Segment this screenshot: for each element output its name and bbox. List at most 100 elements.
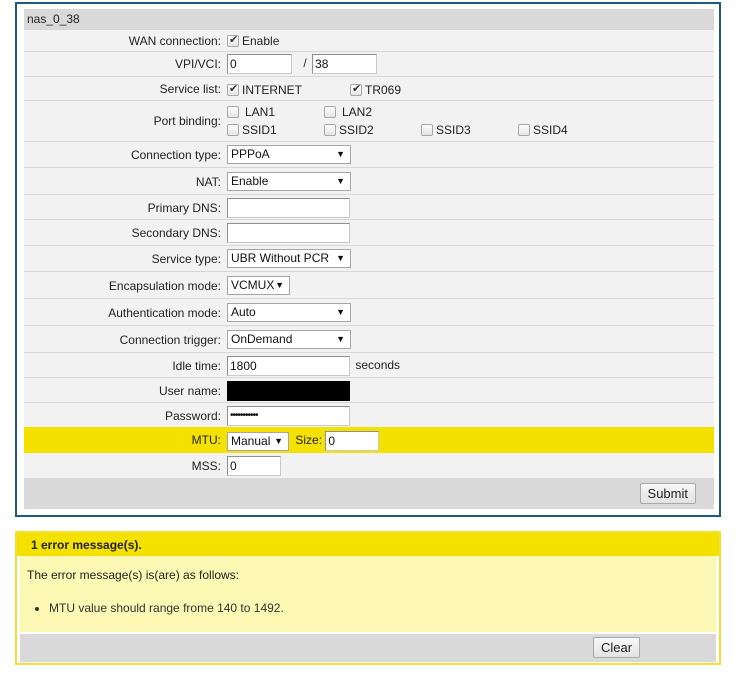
password-label: Password:: [164, 409, 221, 423]
row-mtu: MTU: Manual ▼ Size: 0: [24, 427, 714, 453]
port-lan1-label: LAN1: [245, 105, 276, 119]
wan-enable-label: Enable: [242, 34, 280, 48]
error-header: 1 error message(s).: [17, 533, 719, 556]
submit-button[interactable]: Submit: [639, 483, 696, 504]
nat-value: Enable: [231, 174, 269, 188]
port-ssid2-checkbox[interactable]: [324, 124, 336, 136]
port-ssid3-option: SSID3: [421, 123, 471, 137]
secondary-dns-input[interactable]: [227, 223, 350, 243]
mtu-label: MTU:: [191, 433, 221, 447]
row-user-name: User name:: [24, 377, 714, 402]
user-name-label: User name:: [158, 384, 221, 398]
row-idle-time: Idle time: 1800 seconds: [24, 352, 714, 377]
connection-type-field: PPPoA ▼: [227, 145, 351, 164]
mtu-mode-select[interactable]: Manual ▼: [227, 431, 289, 451]
port-ssid1-checkbox[interactable]: [227, 124, 239, 136]
port-ssid4-checkbox[interactable]: [518, 124, 530, 136]
primary-dns-input[interactable]: [227, 198, 350, 218]
nat-field: Enable ▼: [227, 172, 351, 191]
vpi-vci-separator: /: [303, 56, 307, 71]
user-name-field: [227, 381, 350, 401]
connection-type-select[interactable]: PPPoA ▼: [227, 145, 351, 164]
idle-time-input[interactable]: 1800: [227, 356, 350, 376]
port-ssid2-label: SSID2: [339, 123, 374, 137]
row-connection-trigger: Connection trigger: OnDemand ▼: [24, 325, 714, 352]
connection-trigger-label: Connection trigger:: [119, 333, 221, 347]
row-authentication-mode: Authentication mode: Auto ▼: [24, 298, 714, 325]
service-list-label: Service list:: [159, 82, 221, 96]
error-list: MTU value should range frome 140 to 1492…: [32, 601, 284, 615]
row-secondary-dns: Secondary DNS:: [24, 219, 714, 245]
password-input[interactable]: •••••••••••: [227, 406, 350, 426]
authentication-mode-label: Authentication mode:: [108, 306, 221, 320]
port-lan1-option: LAN1: [227, 105, 275, 119]
row-port-binding: Port binding: LAN1 LAN2 SSID1 SSID2 SSID…: [24, 100, 714, 141]
port-binding-label: Port binding:: [153, 114, 221, 128]
error-body: The error message(s) is(are) as follows:…: [20, 556, 716, 632]
chevron-down-icon: ▼: [336, 149, 345, 159]
config-footer: Submit: [24, 478, 714, 509]
service-tr069-option: TR069: [350, 82, 402, 97]
idle-time-field: 1800 seconds: [227, 356, 400, 376]
service-type-value: UBR Without PCR: [231, 251, 330, 265]
connection-type-label: Connection type:: [130, 148, 221, 162]
service-type-select[interactable]: UBR Without PCR ▼: [227, 249, 351, 268]
vpi-vci-field: 0 / 38: [227, 54, 378, 74]
row-nat: NAT: Enable ▼: [24, 167, 714, 194]
row-mss: MSS: 0: [24, 453, 714, 478]
user-name-input-redacted[interactable]: [227, 381, 350, 401]
authentication-mode-select[interactable]: Auto ▼: [227, 303, 351, 322]
mtu-size-input[interactable]: 0: [325, 431, 380, 451]
service-tr069-label: TR069: [365, 83, 402, 97]
mss-label: MSS:: [191, 459, 221, 473]
clear-button[interactable]: Clear: [593, 637, 641, 658]
password-field: •••••••••••: [227, 406, 350, 426]
port-lan2-checkbox[interactable]: [324, 106, 336, 118]
nat-label: NAT:: [195, 175, 221, 189]
chevron-down-icon: ▼: [336, 334, 345, 344]
encapsulation-mode-select[interactable]: VCMUX ▼: [227, 276, 290, 295]
authentication-mode-value: Auto: [231, 305, 256, 319]
port-lan2-option: LAN2: [324, 105, 372, 119]
row-vpi-vci: VPI/VCI: 0 / 38: [24, 51, 714, 76]
service-tr069-checkbox[interactable]: [350, 82, 362, 96]
panel-title: nas_0_38: [24, 9, 714, 29]
chevron-down-icon: ▼: [336, 176, 345, 186]
port-ssid3-label: SSID3: [436, 123, 471, 137]
error-panel: 1 error message(s). The error message(s)…: [15, 531, 721, 665]
secondary-dns-label: Secondary DNS:: [131, 226, 221, 240]
authentication-mode-field: Auto ▼: [227, 303, 351, 322]
vci-input[interactable]: 38: [312, 54, 378, 74]
port-ssid1-label: SSID1: [242, 123, 277, 137]
row-encapsulation-mode: Encapsulation mode: VCMUX ▼: [24, 271, 714, 298]
mss-input[interactable]: 0: [227, 456, 281, 476]
chevron-down-icon: ▼: [336, 307, 345, 317]
service-internet-checkbox[interactable]: [227, 82, 239, 96]
connection-trigger-select[interactable]: OnDemand ▼: [227, 330, 351, 349]
connection-trigger-field: OnDemand ▼: [227, 330, 351, 349]
port-ssid4-label: SSID4: [533, 123, 568, 137]
idle-time-unit: seconds: [355, 358, 401, 373]
wan-connection-label: WAN connection:: [128, 34, 221, 48]
encapsulation-mode-value: VCMUX: [231, 278, 275, 292]
connection-trigger-value: OnDemand: [231, 332, 293, 346]
encapsulation-mode-field: VCMUX ▼: [227, 276, 290, 295]
nat-select[interactable]: Enable ▼: [227, 172, 351, 191]
wan-config-form: nas_0_38 WAN connection: Enable VPI/VCI:…: [24, 9, 714, 509]
row-service-type: Service type: UBR Without PCR ▼: [24, 245, 714, 271]
port-ssid2-option: SSID2: [324, 123, 374, 137]
port-lan1-checkbox[interactable]: [227, 106, 239, 118]
primary-dns-label: Primary DNS:: [147, 201, 221, 215]
wan-enable-checkbox[interactable]: [227, 33, 239, 47]
row-primary-dns: Primary DNS:: [24, 194, 714, 219]
error-intro: The error message(s) is(are) as follows:: [27, 568, 240, 582]
port-ssid3-checkbox[interactable]: [421, 124, 433, 136]
vpi-input[interactable]: 0: [227, 54, 292, 74]
connection-type-value: PPPoA: [231, 147, 270, 161]
chevron-down-icon: ▼: [336, 253, 345, 263]
chevron-down-icon: ▼: [274, 435, 283, 446]
primary-dns-field: [227, 198, 350, 218]
row-connection-type: Connection type: PPPoA ▼: [24, 141, 714, 167]
vpi-vci-label: VPI/VCI:: [174, 57, 221, 71]
mtu-mode-value: Manual: [231, 433, 271, 448]
